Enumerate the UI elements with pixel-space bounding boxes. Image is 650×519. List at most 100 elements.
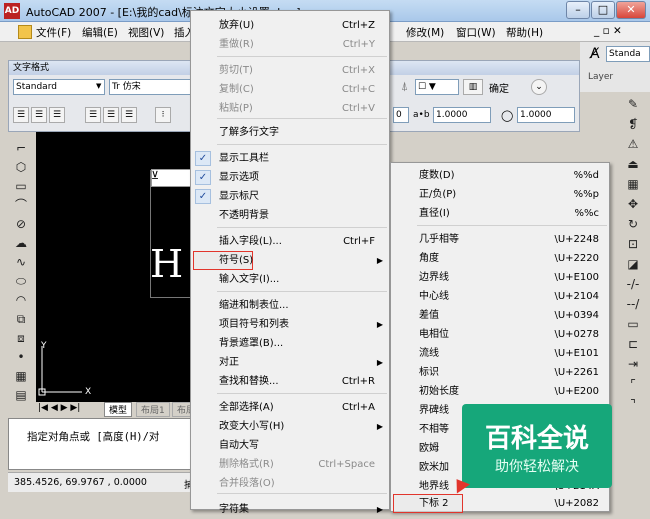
text-style-select[interactable]: Standard (13, 79, 105, 95)
color-select[interactable]: ☐ ▼ (415, 79, 459, 95)
symbol-menu-item[interactable]: 流线 \U+E101 (391, 344, 609, 363)
align-right-icon[interactable]: ☰ (49, 107, 65, 123)
menu-help[interactable]: 帮助(H) (506, 25, 543, 40)
spline-tool-icon[interactable]: ∿ (12, 254, 30, 270)
symbol-menu-item[interactable]: 差值 \U+0394 (391, 306, 609, 325)
symbol-menu-item[interactable]: 几乎相等 \U+2248 (391, 230, 609, 249)
context-menu-item[interactable]: 输入文字(I)... (191, 270, 389, 289)
context-menu-item[interactable]: 剪切(T) Ctrl+X (191, 61, 389, 80)
context-menu-item[interactable]: 项目符号和列表 ▶ (191, 315, 389, 334)
symbol-menu-item[interactable]: 下标 2 \U+2082 (391, 494, 609, 513)
rotate-tool-icon[interactable]: ↻ (622, 216, 644, 232)
polygon-tool-icon[interactable]: ⬡ (12, 159, 30, 175)
block-tool-icon[interactable]: ⧉ (12, 311, 30, 327)
context-menu-item[interactable]: 背景遮罩(B)... (191, 334, 389, 353)
line-tool-icon[interactable]: ⌐ (12, 140, 30, 156)
align-middle-icon[interactable]: ☰ (103, 107, 119, 123)
symbol-menu-item[interactable]: 电相位 \U+0278 (391, 325, 609, 344)
chevron-down-icon[interactable]: ▼ (96, 82, 101, 90)
arc-tool-icon[interactable]: ⌒ (12, 197, 30, 213)
context-menu-item[interactable]: ✓ 显示选项 (191, 168, 389, 187)
stretch-tool-icon[interactable]: ◪ (622, 256, 644, 272)
maximize-button[interactable]: □ (591, 1, 615, 19)
context-menu-item[interactable]: ✓ 显示工具栏 (191, 149, 389, 168)
context-menu-item[interactable]: 粘贴(P) Ctrl+V (191, 99, 389, 118)
trim-tool-icon[interactable]: -/- (622, 276, 644, 292)
context-menu-item[interactable]: 符号(S) ▶ (191, 251, 389, 270)
tab-layout1[interactable]: 布局1 (136, 402, 170, 417)
context-menu-item[interactable]: 缩进和制表位... (191, 296, 389, 315)
context-menu-item[interactable]: 合并段落(O) (191, 474, 389, 493)
close-button[interactable]: ✕ (616, 1, 646, 19)
scale-tool-icon[interactable]: ⊡ (622, 236, 644, 252)
menu-view[interactable]: 视图(V) (128, 25, 164, 40)
context-menu-item[interactable]: 重做(R) Ctrl+Y (191, 35, 389, 54)
circle-tool-icon[interactable]: ⊘ (12, 216, 30, 232)
context-menu-item[interactable]: 不透明背景 (191, 206, 389, 225)
color-icon[interactable]: ⍋ (401, 79, 408, 94)
minimize-button[interactable]: – (566, 1, 590, 19)
context-menu-item[interactable]: ✓ 显示标尺 (191, 187, 389, 206)
ellipse-arc-tool-icon[interactable]: ◠ (12, 292, 30, 308)
hatch-tool-icon[interactable]: ▦ (12, 368, 30, 384)
numbering-icon[interactable]: ⁝ (155, 107, 171, 123)
context-menu-item[interactable]: 对正 ▶ (191, 353, 389, 372)
context-menu-item[interactable]: 查找和替换... Ctrl+R (191, 372, 389, 391)
context-menu-item[interactable]: 插入字段(L)... Ctrl+F (191, 232, 389, 251)
style-combo[interactable]: Standa (606, 46, 650, 62)
tracking-field[interactable]: 1.0000 (433, 107, 491, 123)
options-icon[interactable]: ⌄ (531, 79, 547, 95)
symbol-menu-item[interactable]: 中心线 \U+2104 (391, 287, 609, 306)
oblique-field[interactable]: 0 (393, 107, 409, 123)
array-tool-icon[interactable]: ▦ (622, 176, 644, 192)
align-center-icon[interactable]: ☰ (31, 107, 47, 123)
point-tool-icon[interactable]: • (12, 349, 30, 365)
gradient-tool-icon[interactable]: ▤ (12, 387, 30, 403)
offset-tool-icon[interactable]: ⏏ (622, 156, 644, 172)
ellipse-tool-icon[interactable]: ⬭ (12, 273, 30, 289)
context-menu-item[interactable]: 放弃(U) Ctrl+Z (191, 16, 389, 35)
indent-marker-icon[interactable]: ⊻ (151, 169, 159, 182)
symbol-menu-item[interactable]: 角度 \U+2220 (391, 249, 609, 268)
document-window-controls[interactable]: _ ▫ ✕ (594, 25, 622, 37)
menu-file[interactable]: 文件(F) (36, 25, 71, 40)
align-left-icon[interactable]: ☰ (13, 107, 29, 123)
document-icon[interactable] (18, 25, 32, 39)
tab-nav-arrows-icon[interactable]: |◀ ◀ ▶ ▶| (38, 403, 80, 413)
menu-modify[interactable]: 修改(M) (406, 25, 444, 40)
context-menu-item[interactable]: 自动大写 (191, 436, 389, 455)
symbol-menu-item[interactable]: 正/负(P) %%p (391, 185, 609, 204)
context-menu-item[interactable]: 了解多行文字 (191, 123, 389, 142)
rectangle-tool-icon[interactable]: ▭ (12, 178, 30, 194)
chamfer-tool-icon[interactable]: ⇥ (622, 356, 644, 372)
ok-button[interactable]: 确定 (489, 80, 509, 95)
erase-tool-icon[interactable]: ✎ (622, 96, 644, 112)
menu-edit[interactable]: 编辑(E) (82, 25, 118, 40)
align-top-icon[interactable]: ☰ (85, 107, 101, 123)
make-block-icon[interactable]: ⧈ (12, 330, 30, 346)
context-menu-item[interactable]: 全部选择(A) Ctrl+A (191, 398, 389, 417)
mtext-content[interactable]: H (150, 242, 183, 286)
context-menu-item[interactable]: 改变大小写(H) ▶ (191, 417, 389, 436)
context-menu-item[interactable]: 删除格式(R) Ctrl+Space (191, 455, 389, 474)
tab-model[interactable]: 模型 (104, 402, 133, 417)
symbol-menu-item[interactable]: 初始长度 \U+E200 (391, 382, 609, 401)
fillet-tool-icon[interactable]: ⌜ (622, 376, 644, 392)
mirror-tool-icon[interactable]: ⚠ (622, 136, 644, 152)
text-style-icon[interactable]: A̸ (590, 46, 600, 62)
copy-tool-icon[interactable]: ❡ (622, 116, 644, 132)
autocad-app-icon[interactable]: AD (4, 3, 20, 19)
menu-window[interactable]: 窗口(W) (456, 25, 496, 40)
symbol-menu-item[interactable]: 度数(D) %%d (391, 166, 609, 185)
context-menu-item[interactable]: 复制(C) Ctrl+C (191, 80, 389, 99)
break-tool-icon[interactable]: ▭ (622, 316, 644, 332)
cloud-tool-icon[interactable]: ☁ (12, 235, 30, 251)
align-bottom-icon[interactable]: ☰ (121, 107, 137, 123)
ruler-icon[interactable]: ▥ (463, 79, 483, 95)
extend-tool-icon[interactable]: --/ (622, 296, 644, 312)
move-tool-icon[interactable]: ✥ (622, 196, 644, 212)
symbol-menu-item[interactable]: 直径(I) %%c (391, 204, 609, 223)
symbol-menu-item[interactable]: 边界线 \U+E100 (391, 268, 609, 287)
symbol-menu-item[interactable]: 标识 \U+2261 (391, 363, 609, 382)
explode-tool-icon[interactable]: ⌝ (622, 396, 644, 412)
